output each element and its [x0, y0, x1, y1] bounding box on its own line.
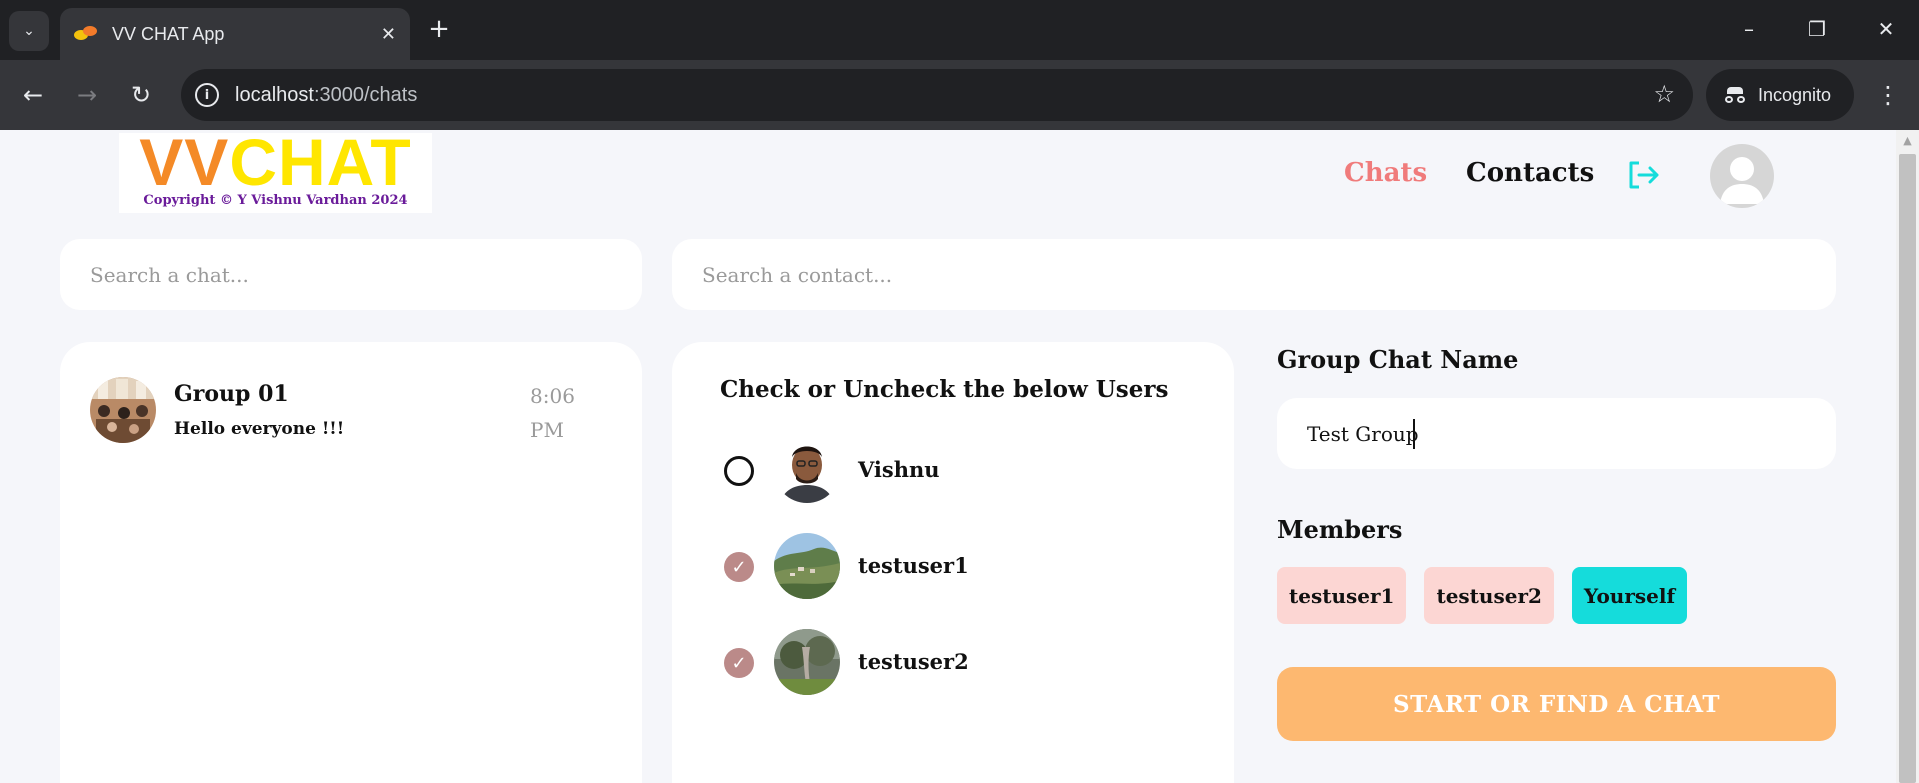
- url-text[interactable]: localhost:3000/chats: [235, 84, 417, 107]
- incognito-icon: [1724, 87, 1746, 103]
- chat-list: Group 01 Hello everyone !!! 8:06 PM: [60, 342, 642, 783]
- chat-name: Group 01: [174, 381, 289, 407]
- browser-tab[interactable]: VV CHAT App ✕: [60, 8, 410, 60]
- logo-copyright: Copyright © Y Vishnu Vardhan 2024: [143, 193, 408, 208]
- menu-icon[interactable]: ⋮: [1876, 77, 1900, 113]
- user-silhouette-icon: [1720, 157, 1764, 204]
- back-icon[interactable]: ←: [16, 78, 50, 112]
- user-avatar: [774, 437, 840, 503]
- profile-avatar[interactable]: [1710, 144, 1774, 208]
- incognito-label: Incognito: [1758, 84, 1832, 105]
- checked-circle-icon[interactable]: ✓: [724, 552, 754, 582]
- minimize-icon[interactable]: –: [1734, 14, 1764, 44]
- members-list: testuser1 testuser2 Yourself: [1277, 567, 1688, 624]
- chat-last-message: Hello everyone !!!: [174, 419, 345, 439]
- group-name-input[interactable]: [1277, 398, 1836, 469]
- chat-list-item[interactable]: Group 01 Hello everyone !!! 8:06 PM: [90, 377, 612, 447]
- restore-icon[interactable]: ❐: [1802, 14, 1832, 44]
- site-info-icon[interactable]: i: [195, 83, 219, 107]
- nav-chats[interactable]: Chats: [1344, 158, 1427, 188]
- nav-contacts[interactable]: Contacts: [1466, 158, 1594, 188]
- group-name-label: Group Chat Name: [1277, 345, 1519, 374]
- users-panel: Check or Uncheck the below Users Vishnu …: [672, 342, 1234, 783]
- close-window-icon[interactable]: ✕: [1871, 14, 1901, 44]
- star-icon[interactable]: ☆: [1653, 80, 1675, 108]
- browser-toolbar: ← → ↻ i localhost:3000/chats ☆ Incognito…: [0, 60, 1919, 130]
- user-avatar: [774, 533, 840, 599]
- member-chip-self[interactable]: Yourself: [1571, 567, 1688, 624]
- unchecked-circle-icon[interactable]: [724, 456, 754, 486]
- address-bar[interactable]: i localhost:3000/chats ☆: [181, 69, 1693, 121]
- favicon: [74, 26, 100, 42]
- members-label: Members: [1277, 515, 1403, 544]
- close-icon[interactable]: ✕: [381, 24, 396, 45]
- incognito-badge[interactable]: Incognito: [1706, 69, 1854, 121]
- logout-icon[interactable]: [1627, 160, 1661, 190]
- text-caret: [1413, 419, 1415, 449]
- member-chip[interactable]: testuser2: [1424, 567, 1554, 624]
- group-avatar: [90, 377, 156, 443]
- tab-title: VV CHAT App: [112, 23, 225, 44]
- user-row[interactable]: ✓ testuser1: [720, 533, 1200, 603]
- page-viewport: VVCHAT Copyright © Y Vishnu Vardhan 2024…: [0, 130, 1919, 783]
- checked-circle-icon[interactable]: ✓: [724, 648, 754, 678]
- user-name: Vishnu: [858, 457, 940, 482]
- chat-time: 8:06 PM: [530, 384, 575, 442]
- member-chip[interactable]: testuser1: [1277, 567, 1407, 624]
- start-chat-button[interactable]: START OR FIND A CHAT: [1277, 667, 1836, 741]
- user-row[interactable]: ✓ testuser2: [720, 629, 1200, 699]
- browser-tab-bar: ⌄ VV CHAT App ✕ + – ❐ ✕: [0, 0, 1919, 60]
- users-panel-title: Check or Uncheck the below Users: [720, 376, 1169, 403]
- search-contact-input[interactable]: [672, 239, 1836, 310]
- logo-text: VVCHAT: [139, 130, 412, 199]
- plus-icon[interactable]: +: [424, 14, 454, 44]
- scroll-up-icon[interactable]: ▲: [1896, 134, 1919, 150]
- user-row[interactable]: Vishnu: [720, 437, 1200, 507]
- app-logo[interactable]: VVCHAT Copyright © Y Vishnu Vardhan 2024: [119, 130, 432, 213]
- user-name: testuser1: [858, 553, 969, 578]
- tab-search-icon[interactable]: ⌄: [9, 11, 49, 51]
- forward-icon[interactable]: →: [70, 78, 104, 112]
- user-avatar: [774, 629, 840, 695]
- user-name: testuser2: [858, 649, 969, 674]
- reload-icon[interactable]: ↻: [124, 78, 158, 112]
- search-chat-input[interactable]: [60, 239, 642, 310]
- page-scrollbar[interactable]: ▲: [1896, 130, 1919, 783]
- scrollbar-thumb[interactable]: [1899, 154, 1916, 783]
